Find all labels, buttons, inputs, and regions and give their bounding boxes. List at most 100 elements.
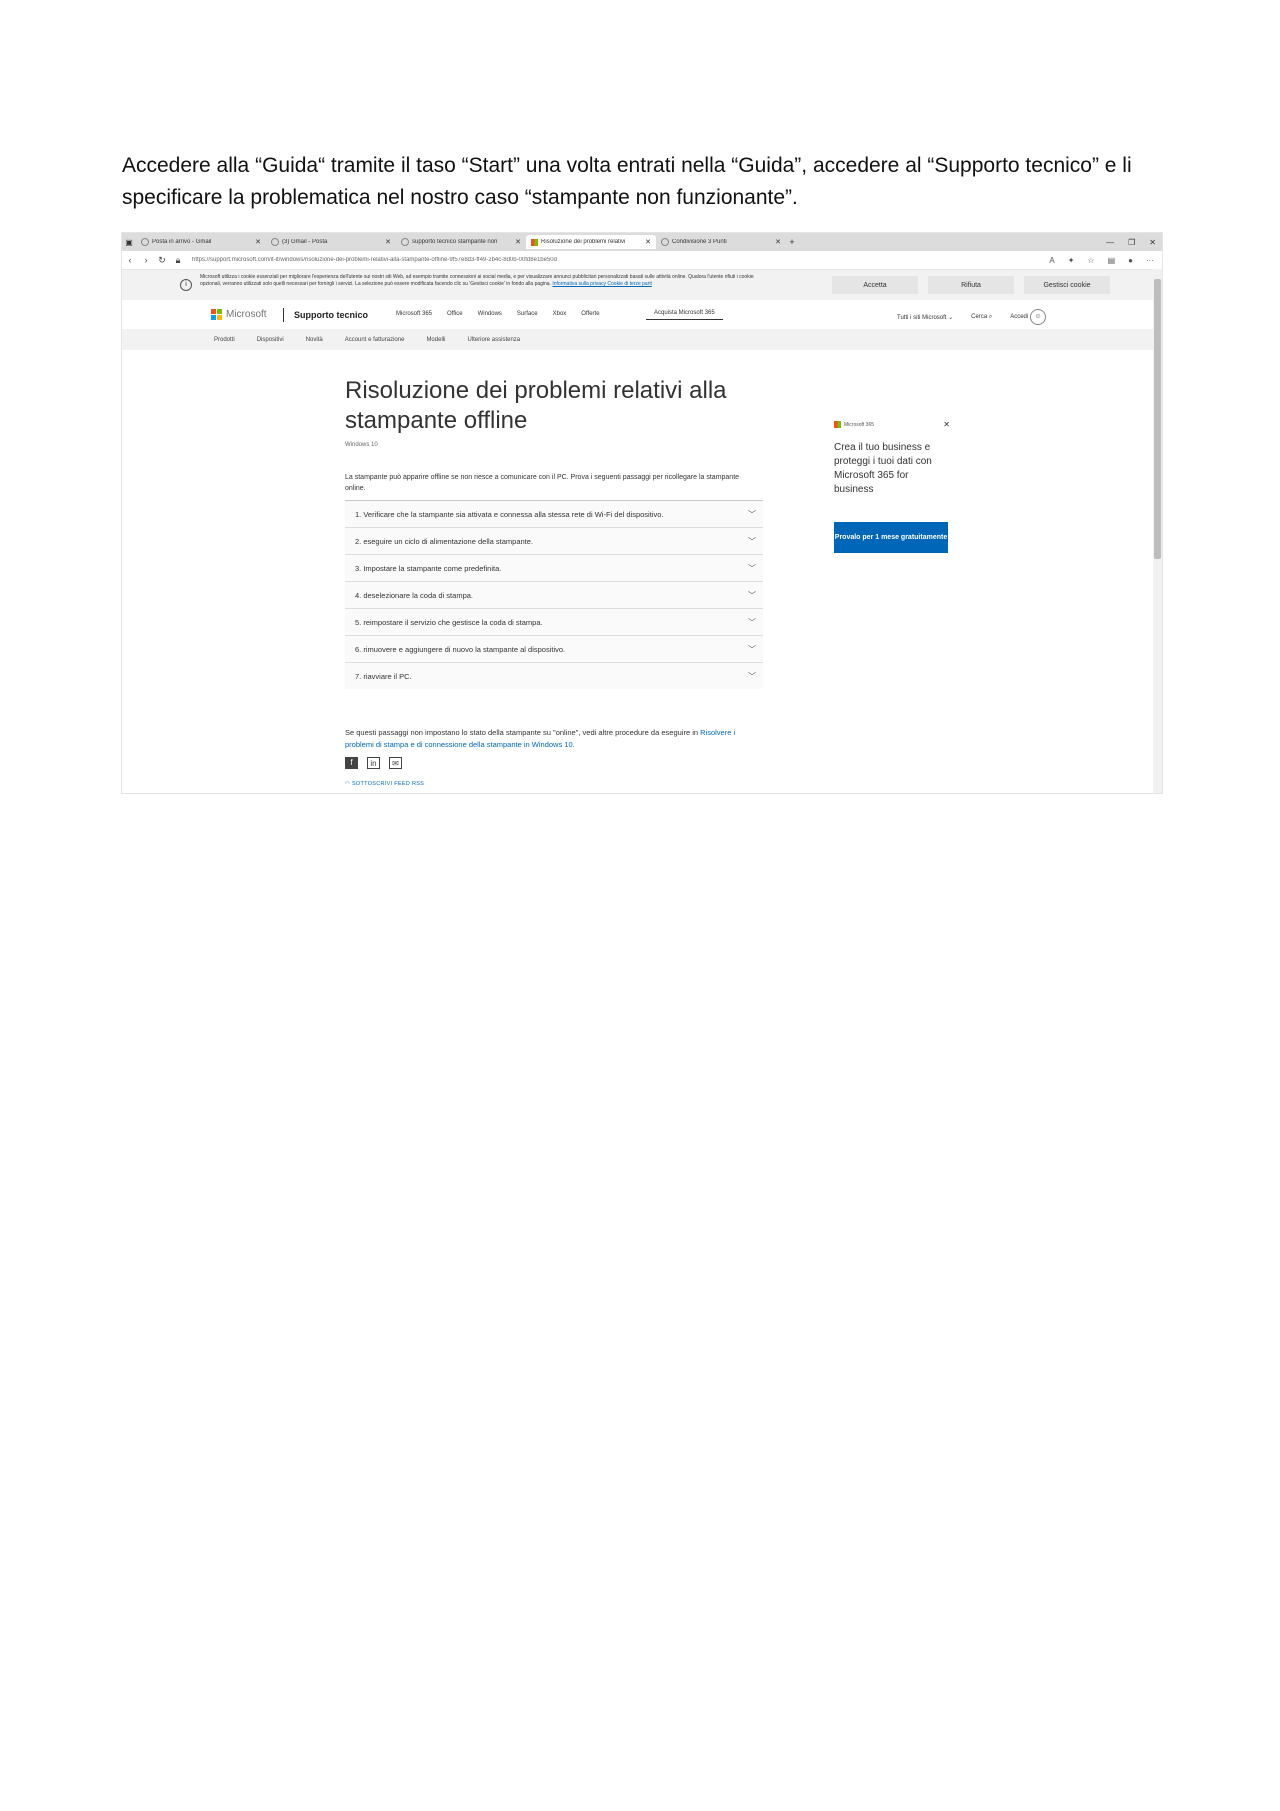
- chevron-down-icon: ﹀: [748, 536, 756, 546]
- scrollbar-thumb[interactable]: [1154, 279, 1161, 559]
- share-icons: f in ✉: [345, 757, 402, 769]
- nav-item[interactable]: Windows: [478, 311, 502, 317]
- linkedin-icon[interactable]: in: [367, 757, 380, 769]
- profile-icon[interactable]: ●: [1128, 256, 1133, 265]
- search-favicon-icon: [401, 238, 409, 246]
- accordion-item[interactable]: 2. eseguire un ciclo di alimentazione de…: [345, 527, 763, 554]
- chevron-down-icon: ﹀: [748, 671, 756, 681]
- read-aloud-icon[interactable]: A: [1049, 256, 1054, 265]
- instruction-text: Accedere alla “Guida“ tramite il taso “S…: [122, 154, 1132, 209]
- email-icon[interactable]: ✉: [389, 757, 402, 769]
- ad-panel: Microsoft 365 ✕ Crea il tuo business e p…: [834, 420, 950, 553]
- signin-button[interactable]: Accedi ☺: [1010, 309, 1046, 325]
- search-favicon-icon: [141, 238, 149, 246]
- header-right: Tutti i siti Microsoft ⌄ Cerca ⌕ Accedi …: [897, 309, 1046, 325]
- browser-tools: A ✦ ☆ ▤ ● ···: [1049, 256, 1162, 265]
- collections-icon[interactable]: ▤: [1108, 256, 1116, 265]
- chevron-down-icon: ﹀: [748, 563, 756, 573]
- nav-item[interactable]: Xbox: [553, 311, 567, 317]
- cookie-text: Microsoft utilizza i cookie essenziali p…: [200, 274, 754, 287]
- subnav-item[interactable]: Novità: [306, 337, 323, 343]
- nav-item[interactable]: Microsoft 365: [396, 311, 432, 317]
- facebook-icon[interactable]: f: [345, 757, 358, 769]
- browser-tab[interactable]: Posta in arrivo - Gmail ✕: [136, 235, 266, 249]
- try-free-button[interactable]: Provalo per 1 mese gratuitamente: [834, 522, 948, 553]
- nav-item[interactable]: Offerte: [581, 311, 599, 317]
- accordion-item[interactable]: 5. reimpostare il servizio che gestisce …: [345, 608, 763, 635]
- article-title: Risoluzione dei problemi relativi alla s…: [345, 377, 727, 434]
- close-icon[interactable]: ✕: [515, 238, 521, 246]
- header-divider: [283, 308, 284, 322]
- window-controls: — ❐ ✕: [1106, 238, 1162, 247]
- accordion-item[interactable]: 1. Verificare che la stampante sia attiv…: [345, 500, 763, 527]
- browser-tab-active[interactable]: Risoluzione dei problemi relativi ✕: [526, 235, 656, 249]
- reject-button[interactable]: Rifiuta: [928, 276, 1014, 294]
- subnav-item[interactable]: Prodotti: [214, 337, 235, 343]
- browser-tab[interactable]: (3) Gmail - Posta ✕: [266, 235, 396, 249]
- accordion-item[interactable]: 3. Impostare la stampante come predefini…: [345, 554, 763, 581]
- microsoft-365-icon: [834, 421, 841, 428]
- support-link[interactable]: Supporto tecnico: [294, 310, 368, 320]
- article-intro: La stampante può apparire offline se non…: [345, 474, 740, 492]
- favorites-icon[interactable]: ☆: [1087, 256, 1094, 265]
- google-favicon-icon: [661, 238, 669, 246]
- subnav-item[interactable]: Modelli: [426, 337, 445, 343]
- ad-text: Crea il tuo business e proteggi i tuoi d…: [834, 442, 932, 495]
- mail-favicon-icon: [271, 238, 279, 246]
- cookie-banner: i Microsoft utilizza i cookie essenziali…: [122, 270, 1162, 300]
- cookie-links[interactable]: Informativa sulla privacy Cookie di terz…: [552, 281, 652, 287]
- search-button[interactable]: Cerca ⌕: [971, 314, 992, 321]
- close-icon[interactable]: ✕: [775, 238, 781, 246]
- chevron-down-icon: ﹀: [748, 509, 756, 519]
- sub-nav: Prodotti Dispositivi Novità Account e fa…: [122, 329, 1162, 350]
- address-bar: ‹ › ↻ 🔒︎ https://support.microsoft.com/i…: [122, 251, 1162, 270]
- accept-button[interactable]: Accetta: [832, 276, 918, 294]
- tab-actions-icon[interactable]: ▣: [122, 238, 136, 247]
- buy-microsoft-365-link[interactable]: Acquista Microsoft 365: [646, 307, 723, 320]
- back-icon[interactable]: ‹: [122, 255, 138, 265]
- accordion-item[interactable]: 4. deselezionare la coda di stampa. ﹀: [345, 581, 763, 608]
- microsoft-logo-icon: [211, 309, 222, 320]
- chevron-down-icon: ﹀: [748, 590, 756, 600]
- nav-item[interactable]: Office: [447, 311, 463, 317]
- manage-cookies-button[interactable]: Gestisci cookie: [1024, 276, 1110, 294]
- search-icon: ⌕: [988, 313, 993, 320]
- lock-icon: 🔒︎: [175, 254, 181, 265]
- browser-tab[interactable]: supporto tecnico stampante non ✕: [396, 235, 526, 249]
- forward-icon[interactable]: ›: [138, 255, 154, 265]
- refresh-icon[interactable]: ↻: [154, 255, 170, 266]
- subnav-item[interactable]: Dispositivi: [257, 337, 284, 343]
- ad-header: Microsoft 365 ✕: [834, 420, 950, 429]
- new-tab-icon[interactable]: +: [786, 237, 798, 247]
- browser-tab[interactable]: Condivisione 3 Punti ✕: [656, 235, 786, 249]
- maximize-icon[interactable]: ❐: [1128, 238, 1135, 247]
- microsoft-logo[interactable]: Microsoft: [211, 309, 267, 320]
- close-icon[interactable]: ✕: [943, 420, 950, 429]
- close-icon[interactable]: ✕: [385, 238, 391, 246]
- subnav-item[interactable]: Account e fatturazione: [345, 337, 405, 343]
- applies-to: Windows 10: [345, 442, 378, 448]
- accordion-item[interactable]: 7. riavviare il PC. ﹀: [345, 662, 763, 689]
- close-window-icon[interactable]: ✕: [1149, 238, 1156, 247]
- subnav-item[interactable]: Ulteriore assistenza: [467, 337, 520, 343]
- rss-icon: ◠: [345, 781, 351, 787]
- url-field[interactable]: https://support.microsoft.com/it-it/wind…: [192, 257, 1043, 263]
- extensions-icon[interactable]: ✦: [1068, 256, 1075, 265]
- chevron-down-icon: ﹀: [748, 644, 756, 654]
- minimize-icon[interactable]: —: [1106, 238, 1114, 247]
- avatar-icon: ☺: [1029, 309, 1046, 325]
- info-icon: i: [180, 279, 192, 291]
- top-nav: Microsoft 365 Office Windows Surface Xbo…: [396, 311, 600, 317]
- accordion-item[interactable]: 6. rimuovere e aggiungere di nuovo la st…: [345, 635, 763, 662]
- close-icon[interactable]: ✕: [645, 238, 651, 246]
- all-microsoft-menu[interactable]: Tutti i siti Microsoft ⌄: [897, 314, 953, 321]
- chevron-down-icon: ﹀: [748, 617, 756, 627]
- nav-item[interactable]: Surface: [517, 311, 538, 317]
- article-footer-text: Se questi passaggi non impostano lo stat…: [345, 728, 736, 749]
- more-icon[interactable]: ···: [1146, 256, 1154, 265]
- rss-link[interactable]: ◠ SOTTOSCRIVI FEED RSS: [345, 781, 424, 787]
- browser-screenshot: ▣ Posta in arrivo - Gmail ✕ (3) Gmail - P…: [122, 233, 1162, 793]
- microsoft-favicon-icon: [531, 238, 538, 246]
- site-header: Microsoft Supporto tecnico Microsoft 365…: [122, 300, 1162, 329]
- close-icon[interactable]: ✕: [255, 238, 261, 246]
